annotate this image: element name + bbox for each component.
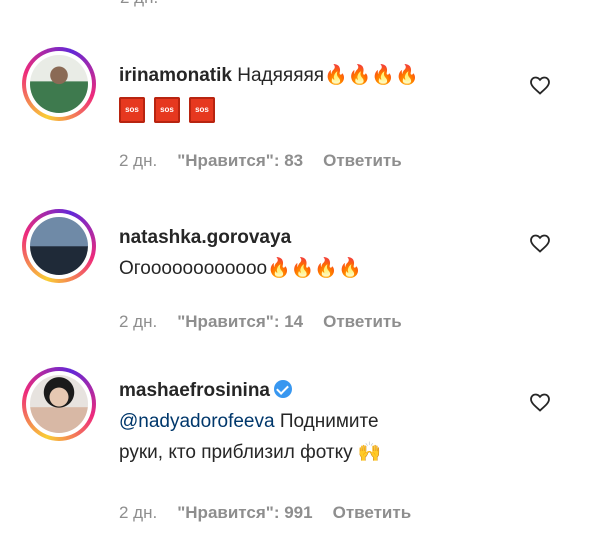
avatar — [30, 55, 88, 113]
sos-sticker: sos — [154, 97, 180, 123]
avatar-story-ring[interactable] — [22, 367, 96, 441]
reply-button[interactable]: Ответить — [333, 503, 412, 523]
fire-emoji: 🔥🔥🔥🔥 — [267, 257, 362, 279]
comment-text: руки, кто приблизил фотку — [119, 442, 353, 463]
sticker-row: sos sos sos — [119, 97, 519, 125]
comment-body: irinamonatik Надяяяяя🔥🔥🔥🔥 sos sos sos — [119, 60, 519, 125]
comment-text: Огоооооооооооо — [119, 258, 268, 279]
sos-sticker: sos — [119, 97, 145, 123]
comment-meta: 2 дн. "Нравится": 14 Ответить — [119, 312, 422, 332]
mention-link[interactable]: @nadyadorofeeva — [119, 411, 275, 432]
raised-hands-emoji: 🙌 — [357, 441, 382, 463]
comment-time[interactable]: 2 дн. — [119, 503, 157, 523]
comment-username[interactable]: irinamonatik — [119, 65, 232, 86]
avatar-story-ring[interactable] — [22, 47, 96, 121]
reply-button[interactable]: Ответить — [323, 312, 402, 332]
heart-icon[interactable] — [528, 73, 552, 97]
heart-icon[interactable] — [528, 231, 552, 255]
avatar — [30, 217, 88, 275]
comment-body: mashaefrosinina @nadyadorofeeva Поднимит… — [119, 375, 519, 468]
avatar-story-ring[interactable] — [22, 209, 96, 283]
comment-text: Поднимите — [274, 411, 379, 432]
avatar — [30, 375, 88, 433]
comment-text: Надяяяяя — [237, 65, 325, 86]
verified-badge-icon — [274, 380, 292, 398]
comment-username[interactable]: natashka.gorovaya — [119, 227, 291, 248]
comment-likes[interactable]: "Нравится": 991 — [177, 503, 312, 523]
reply-button[interactable]: Ответить — [323, 151, 402, 171]
previous-comment-time: 2 дн. — [120, 0, 158, 8]
comment-body: natashka.gorovaya Огоооооооооооо🔥🔥🔥🔥 — [119, 222, 519, 284]
comment-username[interactable]: mashaefrosinina — [119, 380, 270, 401]
fire-emoji: 🔥🔥🔥🔥 — [324, 64, 419, 86]
comment-meta: 2 дн. "Нравится": 83 Ответить — [119, 151, 422, 171]
heart-icon[interactable] — [528, 390, 552, 414]
comment-time[interactable]: 2 дн. — [119, 312, 157, 332]
comment-meta: 2 дн. "Нравится": 991 Ответить — [119, 503, 431, 523]
sos-sticker: sos — [189, 97, 215, 123]
comment-likes[interactable]: "Нравится": 83 — [177, 151, 303, 171]
comment-time[interactable]: 2 дн. — [119, 151, 157, 171]
comment-likes[interactable]: "Нравится": 14 — [177, 312, 303, 332]
